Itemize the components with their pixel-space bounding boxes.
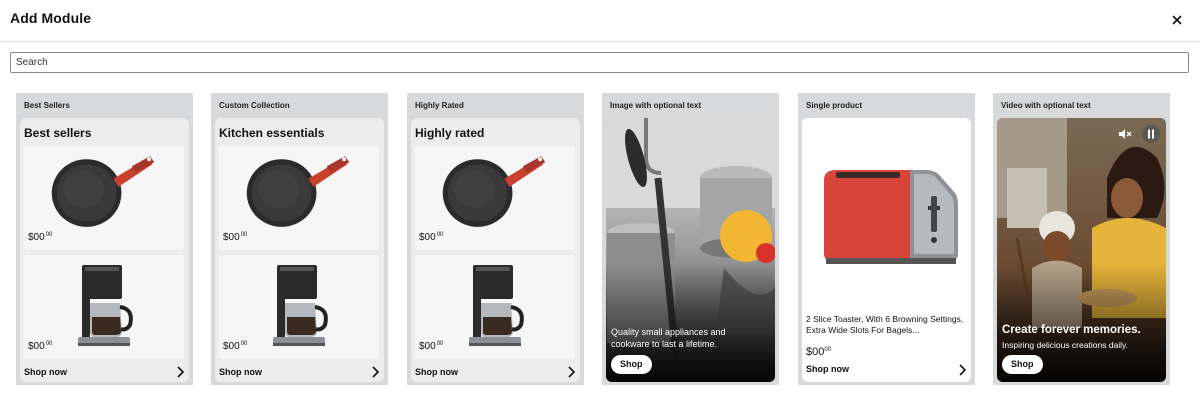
shop-now-link[interactable]: Shop now: [219, 367, 262, 377]
product-tile: $0000: [24, 146, 184, 250]
product-price: $0000: [419, 341, 444, 352]
module-card-image-with-text[interactable]: Image with optional text Quality small a…: [602, 93, 779, 385]
chevron-right-icon[interactable]: [957, 364, 967, 376]
mute-icon[interactable]: [1117, 126, 1133, 142]
module-card-video-with-text[interactable]: Video with optional text Create forever …: [993, 93, 1170, 385]
modal-title: Add Module: [10, 10, 92, 26]
product-price: $0000: [28, 341, 53, 352]
product-tile: $0000: [415, 146, 575, 250]
module-preview: 2 Slice Toaster, With 6 Browning Setting…: [802, 118, 971, 382]
module-card-best-sellers[interactable]: Best Sellers Best sellers $0000 $0000 Sh…: [16, 93, 193, 385]
product-tile: $0000: [219, 146, 379, 250]
close-icon[interactable]: [1168, 11, 1186, 29]
search-input[interactable]: [10, 52, 1189, 73]
product-price: $0000: [419, 232, 444, 243]
video-headline: Create forever memories.: [1002, 324, 1141, 336]
frying-pan-icon: [51, 156, 155, 227]
image-caption: Quality small appliances and cookware to…: [611, 327, 726, 349]
video-subline: Inspiring delicious creations daily.: [1002, 340, 1128, 350]
shop-now-link[interactable]: Shop now: [24, 367, 67, 377]
coffee-maker-icon: [271, 263, 328, 347]
preview-heading: Kitchen essentials: [219, 126, 325, 140]
module-label: Single product: [806, 101, 862, 110]
module-label: Best Sellers: [24, 101, 70, 110]
coffee-maker-icon: [76, 263, 133, 347]
modal-header: Add Module: [0, 0, 1200, 42]
module-preview: Best sellers $0000 $0000 Shop now: [20, 118, 189, 382]
module-label: Video with optional text: [1001, 101, 1091, 110]
toaster-photo: [824, 170, 958, 264]
module-card-highly-rated[interactable]: Highly Rated Highly rated $0000 $0000 Sh…: [407, 93, 584, 385]
module-card-single-product[interactable]: Single product 2 Slice Toaster, With 6 B…: [798, 93, 975, 385]
chevron-right-icon[interactable]: [370, 366, 380, 378]
frying-pan-icon: [246, 156, 350, 227]
product-price: $0000: [223, 341, 248, 352]
product-price: $0000: [223, 232, 248, 243]
shop-button[interactable]: Shop: [1002, 355, 1043, 374]
shop-button[interactable]: Shop: [611, 355, 652, 374]
product-tile: $0000: [415, 255, 575, 359]
product-description[interactable]: 2 Slice Toaster, With 6 Browning Setting…: [806, 314, 971, 336]
preview-heading: Best sellers: [24, 126, 92, 140]
chevron-right-icon[interactable]: [175, 366, 185, 378]
preview-heading: Highly rated: [415, 126, 485, 140]
product-price: $0000: [806, 346, 832, 358]
module-preview: Highly rated $0000 $0000 Shop now: [411, 118, 580, 382]
pause-icon[interactable]: [1141, 124, 1161, 144]
coffee-maker-icon: [467, 263, 524, 347]
shop-now-link[interactable]: Shop now: [415, 367, 458, 377]
product-tile: $0000: [24, 255, 184, 359]
module-label: Highly Rated: [415, 101, 464, 110]
frying-pan-icon: [442, 156, 546, 227]
module-preview: Kitchen essentials $0000 $0000 Shop now: [215, 118, 384, 382]
chevron-right-icon[interactable]: [566, 366, 576, 378]
module-preview: Quality small appliances and cookware to…: [606, 118, 775, 382]
module-label: Image with optional text: [610, 101, 702, 110]
module-label: Custom Collection: [219, 101, 290, 110]
product-price: $0000: [28, 232, 53, 243]
module-preview: Create forever memories. Inspiring delic…: [997, 118, 1166, 382]
shop-now-link[interactable]: Shop now: [806, 364, 849, 374]
product-tile: $0000: [219, 255, 379, 359]
module-card-custom-collection[interactable]: Custom Collection Kitchen essentials $00…: [211, 93, 388, 385]
